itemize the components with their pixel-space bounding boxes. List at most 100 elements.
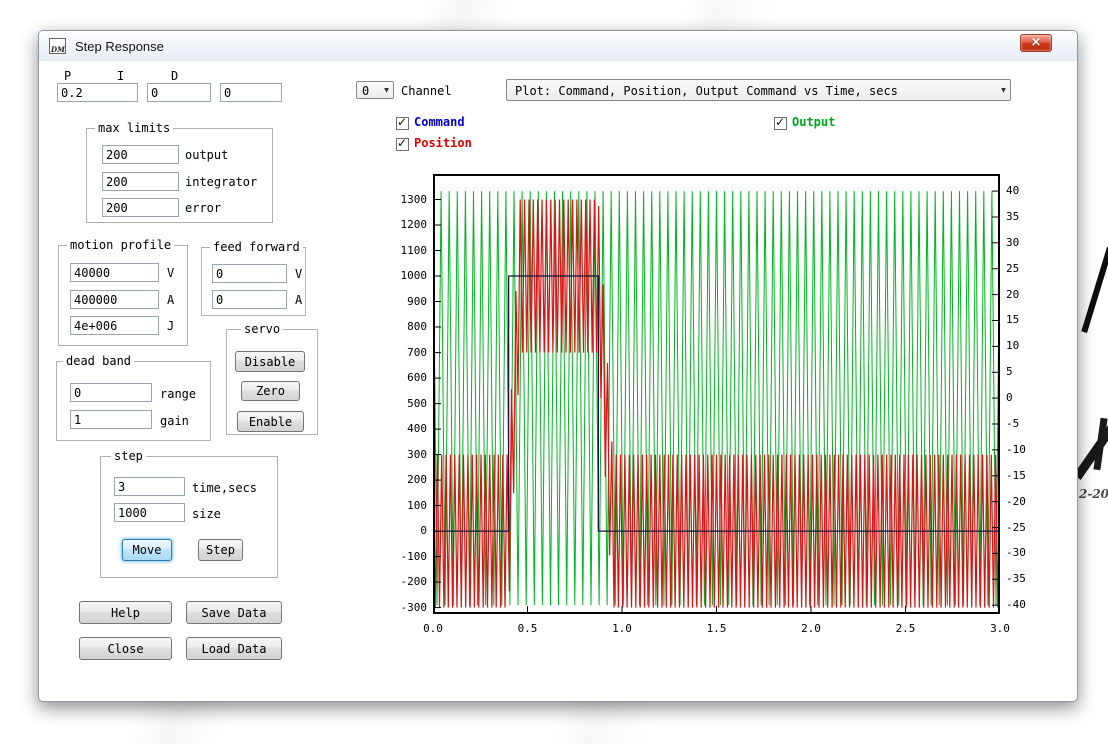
max-limits-group: max limits output integrator error bbox=[86, 128, 273, 223]
command-checkbox[interactable] bbox=[396, 117, 409, 130]
dead-band-range-input[interactable] bbox=[70, 383, 152, 402]
axis-tick-label: 15 bbox=[1006, 313, 1019, 326]
motion-profile-title: motion profile bbox=[67, 238, 174, 252]
plot-mode-value: Plot: Command, Position, Output Command … bbox=[515, 84, 992, 98]
servo-group: servo Disable Zero Enable bbox=[226, 329, 318, 435]
dead-band-title: dead band bbox=[63, 354, 134, 368]
max-error-label: error bbox=[185, 201, 221, 215]
x-axis-labels: 0.00.51.01.52.02.53.0 bbox=[433, 622, 1000, 638]
output-legend-label: Output bbox=[792, 115, 835, 129]
app-icon: DM bbox=[49, 38, 66, 54]
ff-acceleration-input[interactable] bbox=[212, 290, 287, 309]
axis-tick-label: 1.5 bbox=[707, 622, 727, 635]
ff-velocity-input[interactable] bbox=[212, 264, 287, 283]
watermark-text: 2-2013 bbox=[1079, 487, 1108, 501]
axis-tick-label: 600 bbox=[407, 371, 427, 384]
app-icon-text: DM bbox=[51, 45, 65, 54]
close-window-button[interactable]: Close bbox=[79, 637, 172, 660]
ff-velocity-unit-label: V bbox=[295, 267, 302, 281]
axis-tick-label: 300 bbox=[407, 448, 427, 461]
ff-acceleration-unit-label: A bbox=[295, 293, 302, 307]
dead-band-gain-input[interactable] bbox=[70, 410, 152, 429]
axis-tick-label: 100 bbox=[407, 499, 427, 512]
axis-tick-label: -200 bbox=[401, 575, 428, 588]
feed-forward-group: feed forward V A bbox=[201, 247, 306, 316]
motion-profile-group: motion profile V A J bbox=[58, 245, 188, 346]
channel-label: Channel bbox=[401, 84, 452, 98]
axis-tick-label: 25 bbox=[1006, 262, 1019, 275]
axis-tick-label: 700 bbox=[407, 346, 427, 359]
p-input[interactable] bbox=[57, 83, 138, 102]
position-checkbox[interactable] bbox=[396, 138, 409, 151]
d-input[interactable] bbox=[220, 83, 282, 102]
titlebar[interactable]: DM Step Response × bbox=[39, 31, 1077, 61]
axis-tick-label: 200 bbox=[407, 473, 427, 486]
axis-tick-label: 5 bbox=[1006, 365, 1013, 378]
step-size-input[interactable] bbox=[114, 503, 185, 522]
plot-mode-select[interactable]: Plot: Command, Position, Output Command … bbox=[506, 79, 1011, 101]
jerk-unit-label: J bbox=[167, 319, 174, 333]
axis-tick-label: -300 bbox=[401, 601, 428, 614]
max-error-input[interactable] bbox=[102, 198, 179, 217]
dead-band-range-label: range bbox=[160, 387, 196, 401]
load-data-button[interactable]: Load Data bbox=[186, 637, 282, 660]
help-button[interactable]: Help bbox=[79, 601, 172, 624]
acceleration-input[interactable] bbox=[70, 290, 159, 309]
axis-tick-label: 1200 bbox=[401, 218, 428, 231]
acceleration-unit-label: A bbox=[167, 293, 174, 307]
step-title: step bbox=[111, 449, 146, 463]
dead-band-gain-label: gain bbox=[160, 414, 189, 428]
servo-enable-button[interactable]: Enable bbox=[237, 411, 304, 432]
servo-zero-button[interactable]: Zero bbox=[241, 381, 300, 401]
feed-forward-title: feed forward bbox=[210, 240, 303, 254]
channel-value: 0 bbox=[362, 84, 375, 98]
axis-tick-label: 0.0 bbox=[423, 622, 443, 635]
axis-tick-label: 1100 bbox=[401, 244, 428, 257]
output-checkbox[interactable] bbox=[774, 117, 787, 130]
axis-tick-label: 900 bbox=[407, 295, 427, 308]
left-axis-labels: 1300120011001000900800700600500400300200… bbox=[383, 174, 427, 614]
axis-tick-label: 800 bbox=[407, 320, 427, 333]
channel-select[interactable]: 0 ▼ bbox=[356, 81, 394, 99]
max-output-input[interactable] bbox=[102, 145, 179, 164]
axis-tick-label: 10 bbox=[1006, 339, 1019, 352]
desktop-background: 2-2013 DM Step Response × P I D 0 ▼ Chan… bbox=[0, 0, 1108, 744]
step-time-label: time,secs bbox=[192, 481, 257, 495]
axis-tick-label: 30 bbox=[1006, 236, 1019, 249]
jerk-input[interactable] bbox=[70, 316, 159, 335]
watermark-stroke-icon bbox=[1081, 247, 1108, 333]
step-response-window: DM Step Response × P I D 0 ▼ Channel Plo… bbox=[38, 30, 1078, 702]
step-time-input[interactable] bbox=[114, 477, 185, 496]
p-label: P bbox=[64, 69, 71, 83]
axis-tick-label: 1.0 bbox=[612, 622, 632, 635]
axis-tick-label: 35 bbox=[1006, 210, 1019, 223]
close-button[interactable]: × bbox=[1020, 34, 1052, 52]
axis-tick-label: 3.0 bbox=[990, 622, 1010, 635]
right-axis-labels: 4035302520151050-5-10-15-20-25-30-35-40 bbox=[1006, 174, 1046, 614]
max-limits-title: max limits bbox=[95, 121, 173, 135]
max-integrator-input[interactable] bbox=[102, 172, 179, 191]
move-button[interactable]: Move bbox=[122, 539, 172, 561]
velocity-input[interactable] bbox=[70, 263, 159, 282]
axis-tick-label: -35 bbox=[1006, 572, 1026, 585]
servo-title: servo bbox=[241, 322, 283, 336]
axis-tick-label: -25 bbox=[1006, 521, 1026, 534]
chart-plot bbox=[433, 174, 1000, 614]
axis-tick-label: 0.5 bbox=[518, 622, 538, 635]
axis-tick-label: -10 bbox=[1006, 443, 1026, 456]
step-size-label: size bbox=[192, 507, 221, 521]
axis-tick-label: 20 bbox=[1006, 288, 1019, 301]
i-input[interactable] bbox=[147, 83, 211, 102]
axis-tick-label: 40 bbox=[1006, 184, 1019, 197]
axis-tick-label: 2.5 bbox=[896, 622, 916, 635]
chart-area: 1300120011001000900800700600500400300200… bbox=[433, 174, 1000, 614]
save-data-button[interactable]: Save Data bbox=[186, 601, 282, 624]
position-legend-label: Position bbox=[414, 136, 472, 150]
step-group: step time,secs size Move Step bbox=[100, 456, 278, 578]
servo-disable-button[interactable]: Disable bbox=[235, 351, 305, 372]
step-button[interactable]: Step bbox=[198, 539, 243, 561]
axis-tick-label: -5 bbox=[1006, 417, 1019, 430]
axis-tick-label: 1000 bbox=[401, 269, 428, 282]
axis-tick-label: -40 bbox=[1006, 598, 1026, 611]
velocity-unit-label: V bbox=[167, 266, 174, 280]
